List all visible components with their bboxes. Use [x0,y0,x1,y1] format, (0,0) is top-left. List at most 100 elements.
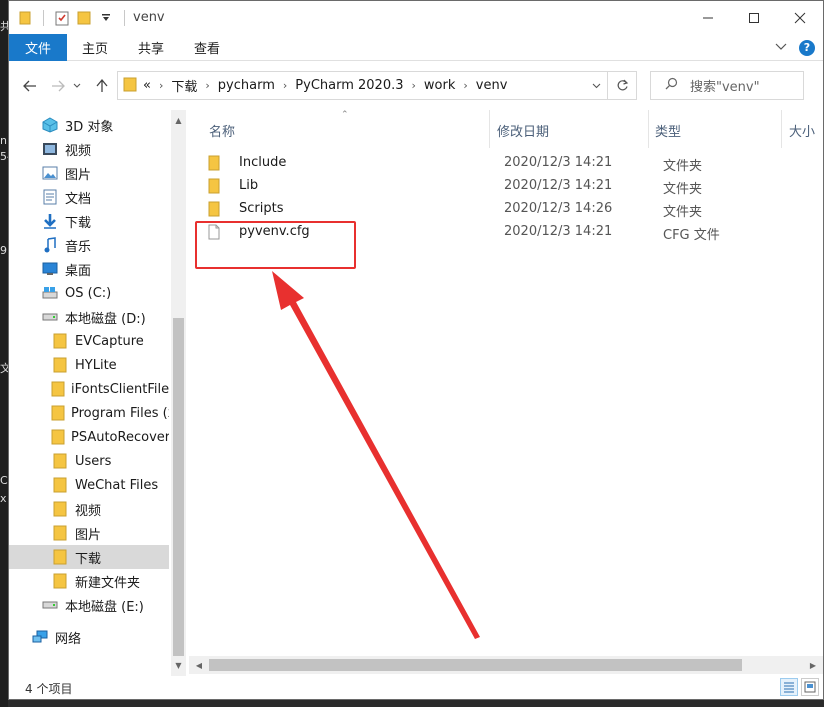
column-divider[interactable] [648,110,649,148]
help-icon[interactable]: ? [799,39,815,56]
chevron-right-icon[interactable]: › [159,79,163,92]
maximize-button[interactable] [731,1,777,34]
nav-item-local-disk-e[interactable]: 本地磁盘 (E:) [9,593,169,617]
expand-ribbon-icon[interactable] [775,40,787,55]
nav-item-pictures-d[interactable]: 图片 [9,521,169,545]
column-divider[interactable] [489,110,490,148]
nav-item-label: HYLite [75,357,117,373]
nav-item-label: 网络 [55,631,82,647]
breadcrumb-work[interactable]: work [424,78,455,93]
breadcrumb-venv[interactable]: venv [476,78,508,93]
file-list-horizontal-scrollbar[interactable]: ◀ ▶ [189,656,823,674]
scrollbar-thumb[interactable] [209,659,742,671]
nav-item-music[interactable]: 音乐 [9,233,169,257]
breadcrumb-pycharm-2020[interactable]: PyCharm 2020.3 [295,78,403,93]
column-header-name[interactable]: 名称 [209,121,235,140]
chevron-right-icon[interactable]: › [283,79,287,92]
folder-small-icon [17,10,33,26]
nav-item-downloads[interactable]: 下载 [9,209,169,233]
nav-item-new-folder[interactable]: 新建文件夹 [9,569,169,593]
nav-item-label: 视频 [65,143,92,159]
desktop-background: 共 n 54 9. 文 C) x [0,0,14,707]
documents-icon [41,189,59,205]
videos-icon [41,141,59,157]
nav-item-local-disk-d[interactable]: 本地磁盘 (D:) [9,305,169,329]
nav-item-users[interactable]: Users [9,449,169,473]
navigation-bar: « › 下载 › pycharm › PyCharm 2020.3 › work… [9,61,823,110]
nav-item-evcapture[interactable]: EVCapture [9,329,169,353]
forward-button[interactable] [45,73,71,99]
address-history-chevron-icon[interactable] [585,72,607,99]
back-button[interactable] [17,73,43,99]
scroll-left-icon[interactable]: ◀ [191,656,207,674]
tab-file[interactable]: 文件 [9,33,68,61]
nav-item-program-files[interactable]: Program Files (x [9,401,169,425]
scroll-right-icon[interactable]: ▶ [805,656,821,674]
minimize-button[interactable] [685,1,731,34]
details-view-button[interactable] [780,678,798,696]
nav-item-label: 本地磁盘 (D:) [65,311,146,327]
recent-locations-chevron-icon[interactable] [69,73,85,99]
nav-item-label: 下载 [75,551,102,567]
nav-item-downloads-d[interactable]: 下载 [9,545,169,569]
window-controls [685,1,823,34]
properties-icon[interactable] [54,10,70,26]
nav-item-3d-objects[interactable]: 3D 对象 [9,113,169,137]
nav-item-os-c[interactable]: OS (C:) [9,281,169,305]
file-name: Lib [239,178,259,193]
file-row-lib[interactable]: Lib 2020/12/3 14:21 文件夹 [205,174,805,197]
nav-item-label: EVCapture [75,333,144,349]
column-header-date[interactable]: 修改日期 [497,121,549,140]
column-header-size[interactable]: 大小 [789,121,815,140]
network-icon [31,629,49,645]
tab-view[interactable]: 查看 [179,34,235,61]
nav-item-ifontsclient[interactable]: iFontsClientFileC [9,377,169,401]
column-divider[interactable] [781,110,782,148]
file-row-include[interactable]: Include 2020/12/3 14:21 文件夹 [205,151,805,174]
file-row-scripts[interactable]: Scripts 2020/12/3 14:26 文件夹 [205,197,805,220]
nav-item-pictures[interactable]: 图片 [9,161,169,185]
scrollbar-thumb[interactable] [173,318,184,656]
nav-item-desktop[interactable]: 桌面 [9,257,169,281]
large-icons-view-button[interactable] [801,678,819,696]
new-folder-icon[interactable] [76,10,92,26]
up-button[interactable] [89,73,115,99]
chevron-down-icon[interactable] [98,10,114,26]
folder-icon [123,76,137,96]
nav-item-videos[interactable]: 视频 [9,137,169,161]
tab-share[interactable]: 共享 [123,34,179,61]
breadcrumb-pycharm[interactable]: pycharm [218,78,275,93]
breadcrumb-downloads[interactable]: 下载 [171,76,197,95]
search-input[interactable]: 搜索"venv" [690,76,760,95]
tab-home[interactable]: 主页 [67,34,123,61]
breadcrumb-overflow[interactable]: « [143,78,151,93]
search-box[interactable]: 搜索"venv" [650,71,804,100]
folder-icon [51,477,69,493]
nav-item-network[interactable]: 网络 [9,625,169,649]
folder-icon [51,549,69,565]
folder-icon [51,405,65,421]
desktop-fragment: n [0,134,7,147]
chevron-right-icon[interactable]: › [205,79,209,92]
nav-item-psautorecover[interactable]: PSAutoRecover [9,425,169,449]
scroll-up-icon[interactable]: ▲ [171,113,186,128]
close-button[interactable] [777,1,823,34]
chevron-right-icon[interactable]: › [412,79,416,92]
folder-icon [51,453,69,469]
folder-icon [51,381,65,397]
view-toggle [780,678,819,696]
file-date: 2020/12/3 14:21 [504,224,613,239]
nav-item-wechat-files[interactable]: WeChat Files [9,473,169,497]
refresh-button[interactable] [607,72,636,99]
nav-item-documents[interactable]: 文档 [9,185,169,209]
nav-item-videos-d[interactable]: 视频 [9,497,169,521]
nav-pane-scrollbar[interactable]: ▲ ▼ [171,110,186,676]
file-date: 2020/12/3 14:26 [504,201,613,216]
column-header-type[interactable]: 类型 [655,121,681,140]
chevron-right-icon[interactable]: › [463,79,467,92]
music-icon [41,237,59,253]
address-bar[interactable]: « › 下载 › pycharm › PyCharm 2020.3 › work… [117,71,637,100]
scroll-down-icon[interactable]: ▼ [171,658,186,673]
nav-item-hylite[interactable]: HYLite [9,353,169,377]
search-icon [665,77,678,94]
